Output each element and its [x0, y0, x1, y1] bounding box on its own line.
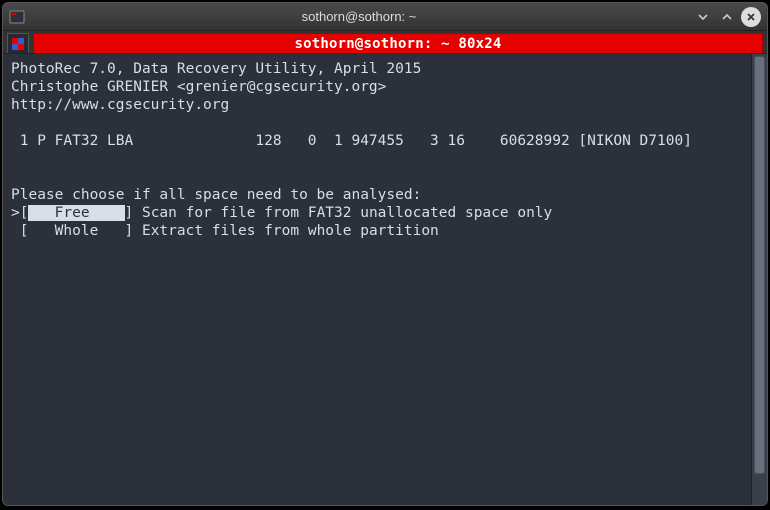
terminal-content[interactable]: PhotoRec 7.0, Data Recovery Utility, Apr…: [3, 54, 751, 505]
close-button[interactable]: [741, 7, 761, 27]
terminal-wrap: PhotoRec 7.0, Data Recovery Utility, Apr…: [3, 53, 767, 505]
menu-label-free: Free: [28, 205, 124, 221]
partition-row: 1 P FAT32 LBA 128 0 1 947455 3 16 606289…: [11, 133, 692, 149]
app-header-l2: Christophe GRENIER <grenier@cgsecurity.o…: [11, 79, 386, 95]
menu-desc-whole: Extract files from whole partition: [142, 223, 439, 239]
scan-prompt: Please choose if all space need to be an…: [11, 187, 421, 203]
active-tab[interactable]: sothorn@sothorn: ~ 80x24: [33, 33, 763, 53]
window-controls: [693, 7, 761, 27]
window-title: sothorn@sothorn: ~: [31, 9, 687, 24]
scroll-thumb[interactable]: [754, 56, 765, 474]
terminal-window: sothorn@sothorn: ~ sothorn@sothorn: ~ 80…: [2, 2, 768, 506]
maximize-button[interactable]: [717, 7, 737, 27]
menu-label-whole: Whole: [28, 223, 124, 239]
new-tab-button[interactable]: [7, 33, 29, 53]
minimize-button[interactable]: [693, 7, 713, 27]
menu-option-free[interactable]: >[ Free ] Scan for file from FAT32 unall…: [11, 204, 745, 222]
app-header-l3: http://www.cgsecurity.org: [11, 97, 229, 113]
app-header-l1: PhotoRec 7.0, Data Recovery Utility, Apr…: [11, 61, 421, 77]
tab-bar: sothorn@sothorn: ~ 80x24: [3, 31, 767, 53]
menu-desc-free: Scan for file from FAT32 unallocated spa…: [142, 205, 552, 221]
selection-marker: >: [11, 205, 20, 221]
app-icon: [9, 9, 25, 25]
menu-option-whole[interactable]: [ Whole ] Extract files from whole parti…: [11, 222, 745, 240]
tab-label: sothorn@sothorn: ~ 80x24: [294, 36, 501, 52]
terminal-scrollbar[interactable]: [751, 54, 767, 505]
window-titlebar[interactable]: sothorn@sothorn: ~: [3, 3, 767, 31]
